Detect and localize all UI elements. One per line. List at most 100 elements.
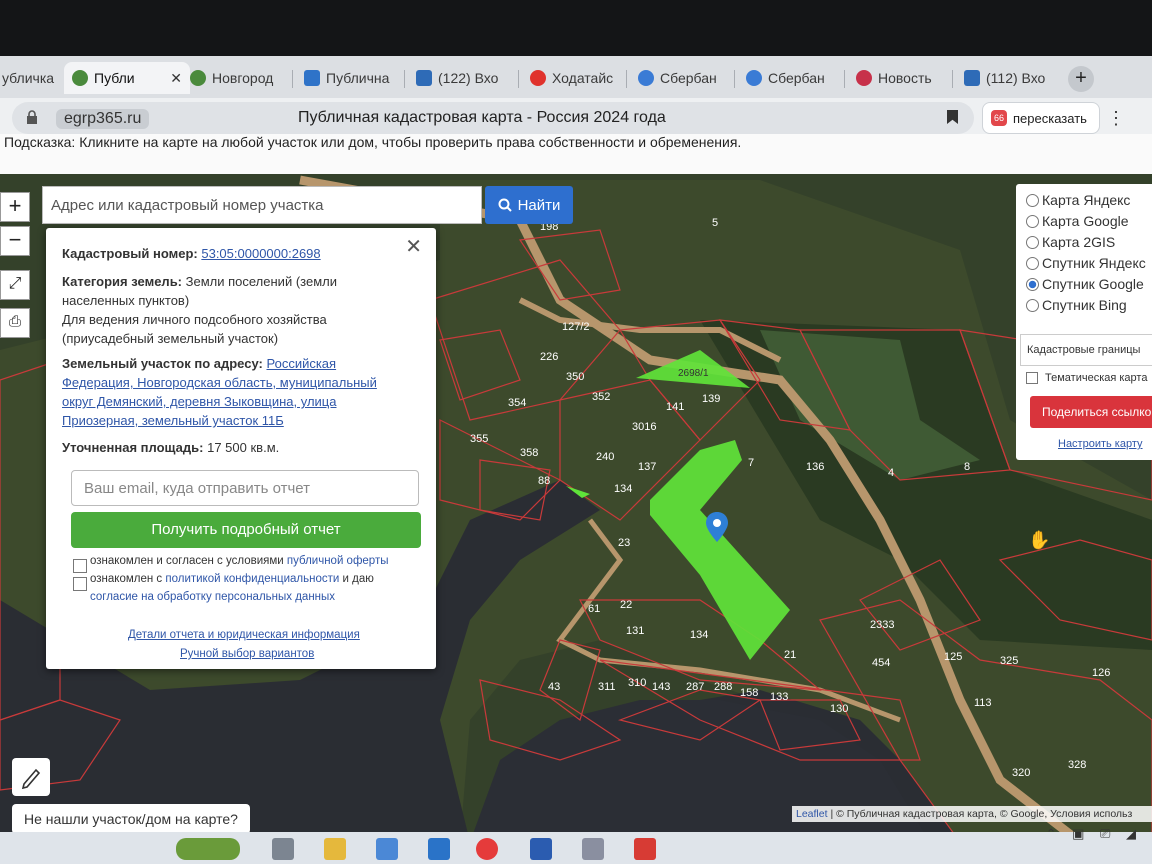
pencil-icon (21, 768, 41, 790)
plot-number: 43 (548, 681, 560, 693)
retell-button[interactable]: 66 пересказать (982, 102, 1100, 134)
search-button[interactable]: Найти (485, 186, 573, 224)
check-icon (190, 70, 206, 86)
address-bar[interactable]: egrp365.ru Публичная кадастровая карта -… (12, 102, 974, 134)
parcel-info-popup: ✕ Кадастровый номер: 53:05:0000000:2698 … (46, 228, 436, 669)
browser-tab[interactable]: Ходатайс (522, 62, 638, 94)
personal-data-link[interactable]: согласие на обработку персональных данны… (90, 591, 335, 603)
mail-icon (964, 70, 980, 86)
report-details-link[interactable]: Детали отчета и юридическая информация (128, 629, 360, 641)
layer-option-yandex-satellite[interactable]: Спутник Яндекс (1026, 255, 1146, 271)
radio-icon (1026, 256, 1039, 270)
radio-selected-icon (1026, 277, 1039, 291)
email-input[interactable]: Ваш email, куда отправить отчет (71, 470, 419, 506)
plot-number: 113 (974, 697, 992, 709)
map-attribution: Leaflet | © Публичная кадастровая карта,… (792, 806, 1152, 822)
plot-number: 287 (686, 681, 704, 693)
thematic-map-toggle[interactable]: Тематическая карта (1026, 372, 1147, 384)
pdf-icon[interactable] (634, 838, 656, 860)
layer-option-bing-satellite[interactable]: Спутник Bing (1026, 297, 1127, 313)
browser-tab[interactable]: Новость (848, 62, 964, 94)
map-icon (304, 70, 320, 86)
zoom-in-button[interactable]: + (0, 192, 30, 222)
share-link-button[interactable]: Поделиться ссылкой (1030, 396, 1152, 428)
layer-option-yandex-map[interactable]: Карта Яндекс (1026, 192, 1130, 208)
cadastral-number-row: Кадастровый номер: 53:05:0000000:2698 (62, 244, 321, 263)
boundaries-select[interactable]: Кадастровые границы (1020, 334, 1152, 366)
browser-tab[interactable]: Публична (296, 62, 416, 94)
leaflet-link[interactable]: Leaflet (796, 808, 828, 820)
store-icon[interactable] (376, 838, 398, 860)
plot-number: 226 (540, 351, 558, 363)
plot-number: 134 (614, 483, 632, 495)
consent-text: ознакомлен с (90, 573, 163, 585)
plot-number: 240 (596, 451, 614, 463)
new-tab-button[interactable]: + (1068, 66, 1094, 92)
app-icon[interactable] (582, 838, 604, 860)
close-icon[interactable]: ✕ (405, 234, 422, 259)
layer-option-google-satellite[interactable]: Спутник Google (1026, 276, 1144, 292)
close-tab-icon[interactable]: ✕ (170, 70, 182, 87)
browser-tab[interactable]: Сбербан (738, 62, 856, 94)
setup-map-link[interactable]: Настроить карту (1058, 438, 1143, 450)
fullscreen-icon[interactable]: ⤢ (0, 270, 30, 300)
privacy-link[interactable]: политикой конфиденциальности (165, 573, 339, 585)
browser-tab[interactable]: (122) Вхо (408, 62, 530, 94)
plot-number: 136 (806, 461, 824, 473)
file-explorer-icon[interactable] (324, 838, 346, 860)
draw-tool-button[interactable] (12, 758, 50, 796)
chrome-icon (638, 70, 654, 86)
land-category-label: Категория земель: (62, 274, 183, 289)
print-icon[interactable]: ⎙ (0, 308, 30, 338)
bookmark-icon[interactable] (947, 110, 958, 124)
zoom-out-button[interactable]: − (0, 226, 30, 256)
plot-number: 21 (784, 649, 796, 661)
mail-app-icon[interactable] (428, 838, 450, 860)
offer-link[interactable]: публичной оферты (287, 555, 389, 567)
tab-label: (122) Вхо (438, 70, 499, 86)
tab-divider (626, 70, 627, 88)
browser-tab[interactable]: убличка (0, 62, 70, 94)
plot-number: 288 (714, 681, 732, 693)
tab-label: (112) Вхо (986, 70, 1046, 86)
browser-tab[interactable]: (112) Вхо (956, 62, 1072, 94)
retell-label: пересказать (1013, 110, 1087, 126)
browser-tab-active[interactable]: Публи ✕ (64, 62, 190, 94)
layers-panel: Карта Яндекс Карта Google Карта 2GIS Спу… (1016, 184, 1152, 460)
news-icon (856, 70, 872, 86)
plot-number: 8 (964, 461, 970, 473)
checkbox-icon (1026, 372, 1038, 384)
manual-select-link[interactable]: Ручной выбор вариантов (180, 648, 314, 660)
layer-label: Карта Google (1042, 213, 1129, 229)
os-taskbar (0, 832, 1152, 864)
browser-tab[interactable]: Новгород (182, 62, 302, 94)
privacy-consent-text: ознакомлен с политикой конфиденциальност… (90, 570, 420, 606)
search-input[interactable]: Адрес или кадастровый номер участка (42, 186, 482, 224)
cadastral-number-link[interactable]: 53:05:0000000:2698 (201, 246, 320, 261)
thematic-label: Тематическая карта (1045, 372, 1148, 384)
yandex-browser-icon[interactable] (476, 838, 498, 860)
layer-option-2gis-map[interactable]: Карта 2GIS (1026, 234, 1115, 250)
browser-menu-button[interactable]: ⋮ (1106, 106, 1126, 130)
plot-number: 141 (666, 401, 684, 413)
lock-icon (27, 110, 37, 124)
browser-tab[interactable]: Сбербан (630, 62, 746, 94)
task-view-icon[interactable] (272, 838, 294, 860)
tab-label: Новгород (212, 70, 274, 86)
address-label: Земельный участок по адресу: (62, 356, 263, 371)
plot-number: 3016 (632, 421, 656, 433)
radio-icon (1026, 235, 1039, 249)
get-report-button[interactable]: Получить подробный отчет (71, 512, 421, 548)
tab-label: Сбербан (768, 70, 825, 86)
widget-icon[interactable] (176, 838, 240, 860)
tab-label: Новость (878, 70, 932, 86)
tab-divider (844, 70, 845, 88)
plot-number: 7 (748, 457, 754, 469)
privacy-checkbox[interactable] (73, 577, 87, 591)
plot-number: 358 (520, 447, 538, 459)
not-found-button[interactable]: Не нашли участок/дом на карте? (12, 804, 250, 834)
word-icon[interactable] (530, 838, 552, 860)
plot-number: 158 (740, 687, 758, 699)
layer-option-google-map[interactable]: Карта Google (1026, 213, 1129, 229)
offer-checkbox[interactable] (73, 559, 87, 573)
